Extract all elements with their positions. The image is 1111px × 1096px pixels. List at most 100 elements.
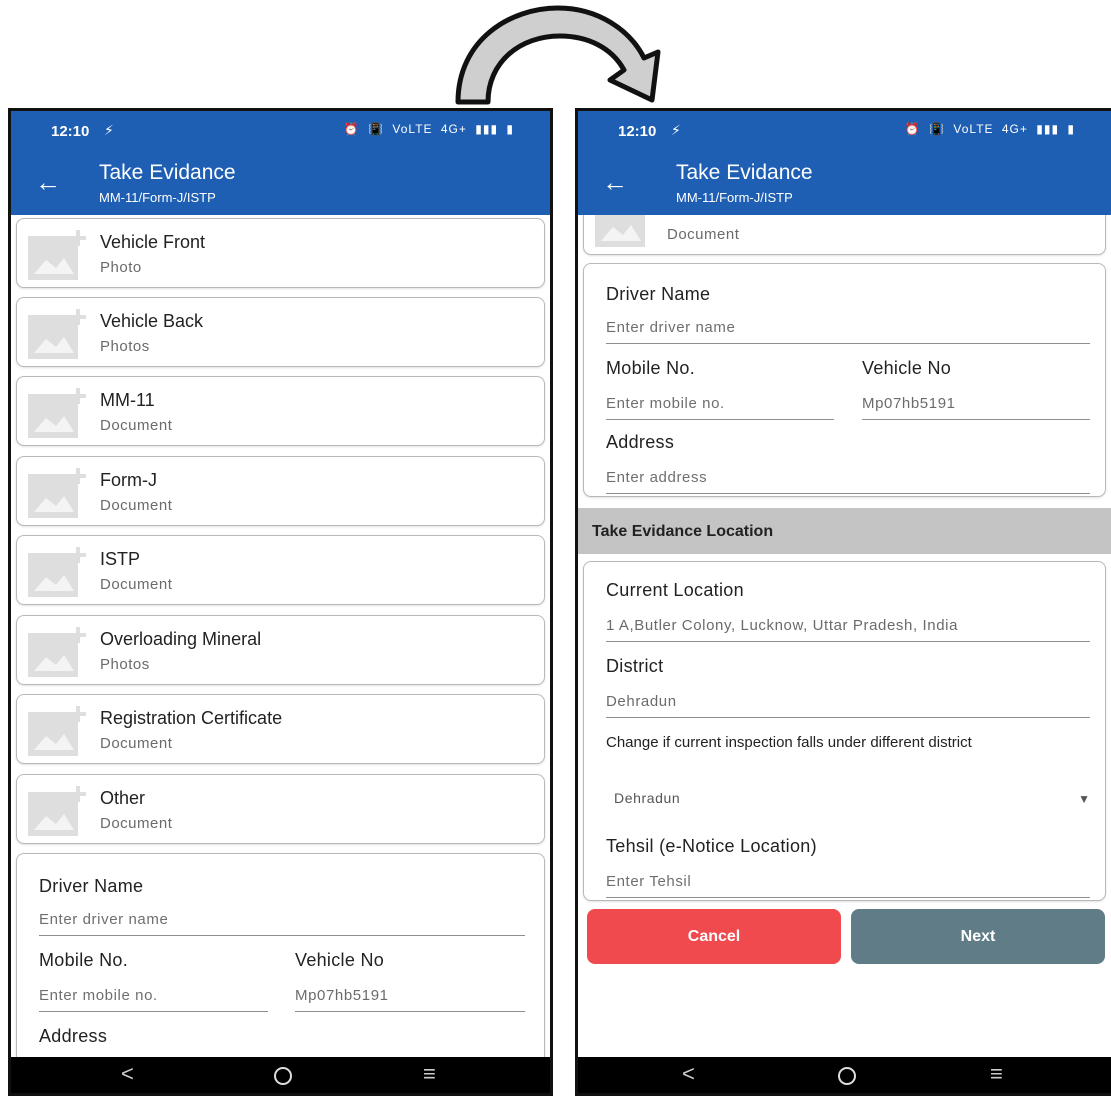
current-location-label: Current Location [606, 580, 744, 600]
evidence-title: Form-J [100, 470, 157, 490]
vibrate-icon: 📳 [929, 122, 946, 136]
back-arrow-icon[interactable]: ← [602, 169, 628, 195]
nav-back-icon[interactable]: < [682, 1061, 695, 1087]
evidence-title: Registration Certificate [100, 708, 283, 728]
status-icons: ⏰ 📳 VoLTE 4G+ ▮▮▮ ▮ [901, 122, 1075, 136]
next-button[interactable]: Next [851, 909, 1105, 964]
charging-icon: ⚡ [671, 122, 681, 138]
district-select[interactable]: Dehradun ▼ [606, 784, 1090, 814]
current-location-input[interactable] [606, 610, 1090, 642]
network-4g-icon: 4G+ [440, 122, 467, 136]
driver-name-label: Driver Name [39, 876, 144, 896]
alarm-icon: ⏰ [904, 122, 921, 136]
driver-name-label: Driver Name [606, 284, 711, 304]
back-arrow-icon[interactable]: ← [35, 169, 61, 195]
phone-screen-left: 12:10 ⚡ ⏰ 📳 VoLTE 4G+ ▮▮▮ ▮ ← Take Evida… [8, 108, 553, 1096]
add-image-icon [28, 309, 86, 359]
evidence-title: Overloading Mineral [100, 629, 262, 649]
status-bar: 12:10 ⚡ ⏰ 📳 VoLTE 4G+ ▮▮▮ ▮ [11, 111, 550, 151]
driver-name-input[interactable] [606, 312, 1090, 344]
nav-recents-icon[interactable]: ≡ [423, 1061, 436, 1087]
add-image-icon [28, 706, 86, 756]
add-image-icon [28, 388, 86, 438]
vehicle-no-label: Vehicle No [295, 950, 385, 970]
evidence-card-other[interactable]: Document [583, 215, 1106, 255]
district-select-value: Dehradun [614, 790, 681, 806]
battery-icon: ▮ [506, 122, 514, 136]
evidence-card-other[interactable]: Other Document [16, 774, 545, 844]
evidence-title: Vehicle Front [100, 232, 206, 252]
evidence-subtitle: Photos [100, 338, 150, 355]
status-time: 12:10 [51, 123, 90, 140]
evidence-subtitle: Document [667, 226, 740, 243]
address-label: Address [606, 432, 675, 452]
nav-home-icon[interactable] [838, 1067, 856, 1085]
evidence-subtitle: Photo [100, 259, 142, 276]
tehsil-input[interactable] [606, 866, 1090, 898]
nav-home-icon[interactable] [274, 1067, 292, 1085]
driver-details-card: Driver Name Mobile No. Vehicle No Addres… [16, 853, 545, 1057]
evidence-card-vehicle-back[interactable]: Vehicle Back Photos [16, 297, 545, 367]
evidence-card-form-j[interactable]: Form-J Document [16, 456, 545, 526]
evidence-subtitle: Document [100, 497, 173, 514]
tehsil-label: Tehsil (e-Notice Location) [606, 836, 817, 856]
flow-arrow-icon [455, 5, 661, 105]
status-icons: ⏰ 📳 VoLTE 4G+ ▮▮▮ ▮ [340, 122, 514, 136]
page-title: Take Evidance [99, 161, 236, 184]
evidence-card-overloading-mineral[interactable]: Overloading Mineral Photos [16, 615, 545, 685]
evidence-form-scroll[interactable]: Document Driver Name Mobile No. Vehicle … [578, 215, 1111, 1057]
status-time: 12:10 [618, 123, 657, 140]
evidence-title: MM-11 [100, 390, 155, 410]
volte-icon: VoLTE [392, 122, 433, 136]
district-input[interactable] [606, 686, 1090, 718]
district-label: District [606, 656, 664, 676]
evidence-card-mm-11[interactable]: MM-11 Document [16, 376, 545, 446]
volte-icon: VoLTE [953, 122, 994, 136]
vehicle-no-input[interactable] [862, 388, 1090, 420]
evidence-card-vehicle-front[interactable]: Vehicle Front Photo [16, 218, 545, 288]
alarm-icon: ⏰ [343, 122, 360, 136]
location-section-title: Take Evidance Location [592, 523, 774, 540]
mobile-input[interactable] [606, 388, 834, 420]
location-section-header: Take Evidance Location [578, 508, 1111, 554]
add-image-icon [28, 786, 86, 836]
signal-icon: ▮▮▮ [1036, 122, 1060, 136]
driver-details-card: Driver Name Mobile No. Vehicle No Addres… [583, 263, 1106, 497]
add-image-icon [28, 468, 86, 518]
mobile-input[interactable] [39, 980, 268, 1012]
driver-name-input[interactable] [39, 904, 525, 936]
add-image-icon [28, 547, 86, 597]
cancel-button[interactable]: Cancel [587, 909, 841, 964]
add-image-icon [28, 627, 86, 677]
system-nav-bar: < ≡ [11, 1057, 550, 1093]
battery-icon: ▮ [1067, 122, 1075, 136]
dropdown-caret-icon: ▼ [1078, 792, 1090, 806]
evidence-title: Vehicle Back [100, 311, 204, 331]
vehicle-no-input[interactable] [295, 980, 525, 1012]
evidence-subtitle: Document [100, 417, 173, 434]
mobile-label: Mobile No. [39, 950, 129, 970]
evidence-card-registration-certificate[interactable]: Registration Certificate Document [16, 694, 545, 764]
evidence-subtitle: Document [100, 576, 173, 593]
network-4g-icon: 4G+ [1001, 122, 1028, 136]
charging-icon: ⚡ [104, 122, 114, 138]
add-image-icon [595, 215, 645, 247]
nav-back-icon[interactable]: < [121, 1061, 134, 1087]
mobile-label: Mobile No. [606, 358, 696, 378]
address-input[interactable] [606, 462, 1090, 494]
page-subtitle: MM-11/Form-J/ISTP [676, 190, 793, 205]
vehicle-no-label: Vehicle No [862, 358, 952, 378]
vibrate-icon: 📳 [368, 122, 385, 136]
district-change-hint: Change if current inspection falls under… [606, 734, 972, 751]
evidence-list[interactable]: Vehicle Front Photo Vehicle Back Photos … [11, 215, 550, 1057]
evidence-subtitle: Document [100, 735, 173, 752]
evidence-title: ISTP [100, 549, 141, 569]
status-bar: 12:10 ⚡ ⏰ 📳 VoLTE 4G+ ▮▮▮ ▮ [578, 111, 1111, 151]
signal-icon: ▮▮▮ [475, 122, 499, 136]
evidence-title: Other [100, 788, 146, 808]
app-bar: ← Take Evidance MM-11/Form-J/ISTP [11, 151, 550, 215]
evidence-subtitle: Document [100, 815, 173, 832]
nav-recents-icon[interactable]: ≡ [990, 1061, 1003, 1087]
system-nav-bar: < ≡ [578, 1057, 1111, 1093]
evidence-card-istp[interactable]: ISTP Document [16, 535, 545, 605]
